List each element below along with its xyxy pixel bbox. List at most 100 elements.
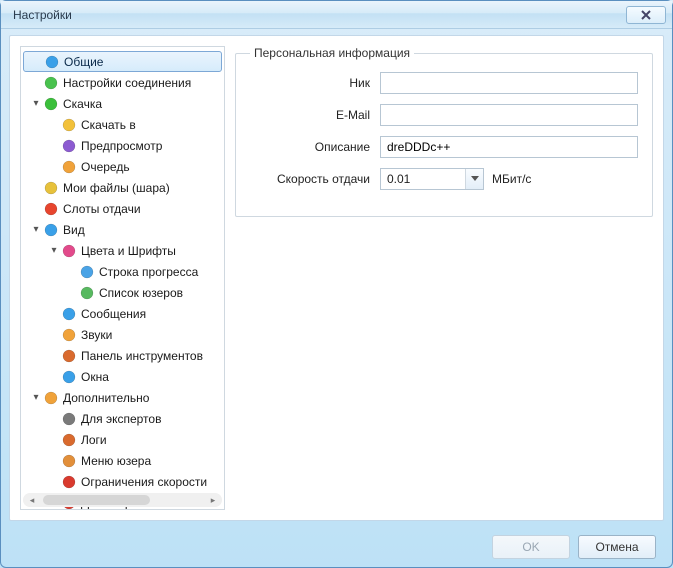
combobox-dropdown-button[interactable] bbox=[465, 169, 483, 189]
tree-item-icon bbox=[61, 306, 77, 322]
tree-item-label: Скачка bbox=[63, 97, 102, 111]
tree-item[interactable]: ▾ Цвета и Шрифты bbox=[23, 240, 222, 261]
tree-item-icon bbox=[61, 327, 77, 343]
tree-item-icon bbox=[61, 369, 77, 385]
tree-item[interactable]: Для экспертов bbox=[23, 408, 222, 429]
scroll-thumb[interactable] bbox=[43, 495, 150, 505]
tree-item-label: Окна bbox=[81, 370, 109, 384]
tree-item-icon bbox=[61, 411, 77, 427]
description-label: Описание bbox=[250, 140, 380, 154]
tree-item-label: Мои файлы (шара) bbox=[63, 181, 170, 195]
expander-icon[interactable]: ▾ bbox=[29, 224, 43, 235]
expander-icon[interactable]: ▾ bbox=[29, 98, 43, 109]
tree-item-label: Настройки соединения bbox=[63, 76, 191, 90]
tree-item-icon bbox=[61, 348, 77, 364]
upload-speed-row: Скорость отдачи 0.01 МБит/с bbox=[250, 168, 638, 190]
tree-item[interactable]: Скачать в bbox=[23, 114, 222, 135]
expander-icon[interactable]: ▾ bbox=[29, 392, 43, 403]
tree-item-label: Список юзеров bbox=[99, 286, 183, 300]
scroll-right-arrow-icon[interactable]: ▸ bbox=[206, 494, 220, 506]
tree-item-label: Ограничения скорости bbox=[81, 475, 207, 489]
tree-item[interactable]: Ограничения скорости bbox=[23, 471, 222, 492]
tree-item-label: Вид bbox=[63, 223, 85, 237]
tree-item[interactable]: ▾ Вид bbox=[23, 219, 222, 240]
tree-item[interactable]: Список юзеров bbox=[23, 282, 222, 303]
close-icon bbox=[641, 10, 651, 20]
dialog-footer: OK Отмена bbox=[1, 527, 672, 567]
tree-item[interactable]: Строка прогресса bbox=[23, 261, 222, 282]
tree-item-label: Строка прогресса bbox=[99, 265, 198, 279]
email-row: E-Mail bbox=[250, 104, 638, 126]
tree-item-icon bbox=[61, 138, 77, 154]
tree-item-icon bbox=[61, 474, 77, 490]
tree-item-icon bbox=[43, 75, 59, 91]
tree-item-icon bbox=[43, 96, 59, 112]
tree-item-label: Цвета и Шрифты bbox=[81, 244, 176, 258]
title-bar: Настройки bbox=[1, 1, 672, 29]
tree-item-icon bbox=[43, 180, 59, 196]
tree-item-icon bbox=[43, 390, 59, 406]
nick-row: Ник bbox=[250, 72, 638, 94]
tree-item-label: Звуки bbox=[81, 328, 112, 342]
tree-item[interactable]: Мои файлы (шара) bbox=[23, 177, 222, 198]
tree-item[interactable]: Окна bbox=[23, 366, 222, 387]
tree-item-icon bbox=[61, 159, 77, 175]
tree-item[interactable]: Настройки соединения bbox=[23, 72, 222, 93]
tree-item-icon bbox=[79, 264, 95, 280]
tree-item-icon bbox=[61, 453, 77, 469]
settings-tree: Общие Настройки соединения ▾ Скачка Скачать … bbox=[21, 47, 224, 510]
tree-item[interactable]: Меню юзера bbox=[23, 450, 222, 471]
tree-item-label: Скачать в bbox=[81, 118, 136, 132]
tree-item[interactable]: Сообщения bbox=[23, 303, 222, 324]
main-panel: Персональная информация Ник E-Mail Описа… bbox=[235, 46, 653, 510]
personal-info-legend: Персональная информация bbox=[250, 46, 414, 60]
upload-speed-unit: МБит/с bbox=[492, 172, 531, 186]
tree-item-icon bbox=[61, 117, 77, 133]
tree-item-icon bbox=[61, 243, 77, 259]
content-area: Общие Настройки соединения ▾ Скачка Скачать … bbox=[9, 35, 664, 521]
window-title: Настройки bbox=[13, 8, 72, 22]
tree-item[interactable]: Панель инструментов bbox=[23, 345, 222, 366]
tree-item[interactable]: Очередь bbox=[23, 156, 222, 177]
tree-item[interactable]: Слоты отдачи bbox=[23, 198, 222, 219]
description-row: Описание bbox=[250, 136, 638, 158]
tree-item-label: Сообщения bbox=[81, 307, 146, 321]
cancel-button[interactable]: Отмена bbox=[578, 535, 656, 559]
nick-label: Ник bbox=[250, 76, 380, 90]
scroll-left-arrow-icon[interactable]: ◂ bbox=[25, 494, 39, 506]
nick-input[interactable] bbox=[380, 72, 638, 94]
tree-item-icon bbox=[79, 285, 95, 301]
tree-horizontal-scrollbar[interactable]: ◂ ▸ bbox=[23, 493, 222, 507]
personal-info-group: Персональная информация Ник E-Mail Описа… bbox=[235, 46, 653, 217]
upload-speed-value: 0.01 bbox=[381, 172, 465, 186]
tree-item-icon bbox=[61, 432, 77, 448]
tree-item-label: Очередь bbox=[81, 160, 130, 174]
close-button[interactable] bbox=[626, 6, 666, 24]
tree-item-label: Предпросмотр bbox=[81, 139, 162, 153]
tree-item[interactable]: Звуки bbox=[23, 324, 222, 345]
tree-item-label: Панель инструментов bbox=[81, 349, 203, 363]
tree-item[interactable]: Предпросмотр bbox=[23, 135, 222, 156]
chevron-down-icon bbox=[471, 176, 479, 182]
tree-item-icon bbox=[44, 54, 60, 70]
tree-item[interactable]: ▾ Скачка bbox=[23, 93, 222, 114]
upload-speed-label: Скорость отдачи bbox=[250, 172, 380, 186]
email-label: E-Mail bbox=[250, 108, 380, 122]
description-input[interactable] bbox=[380, 136, 638, 158]
ok-button[interactable]: OK bbox=[492, 535, 570, 559]
upload-speed-combobox[interactable]: 0.01 bbox=[380, 168, 484, 190]
email-input[interactable] bbox=[380, 104, 638, 126]
tree-item[interactable]: ▾ Дополнительно bbox=[23, 387, 222, 408]
tree-item-label: Логи bbox=[81, 433, 107, 447]
tree-item[interactable]: Логи bbox=[23, 429, 222, 450]
settings-tree-panel: Общие Настройки соединения ▾ Скачка Скачать … bbox=[20, 46, 225, 510]
tree-item-label: Общие bbox=[64, 55, 103, 69]
tree-item-label: Дополнительно bbox=[63, 391, 149, 405]
tree-item-icon bbox=[43, 222, 59, 238]
tree-item[interactable]: Общие bbox=[23, 51, 222, 72]
tree-item-label: Меню юзера bbox=[81, 454, 151, 468]
expander-icon[interactable]: ▾ bbox=[47, 245, 61, 256]
tree-item-icon bbox=[43, 201, 59, 217]
tree-item-label: Для экспертов bbox=[81, 412, 161, 426]
tree-item-label: Слоты отдачи bbox=[63, 202, 141, 216]
